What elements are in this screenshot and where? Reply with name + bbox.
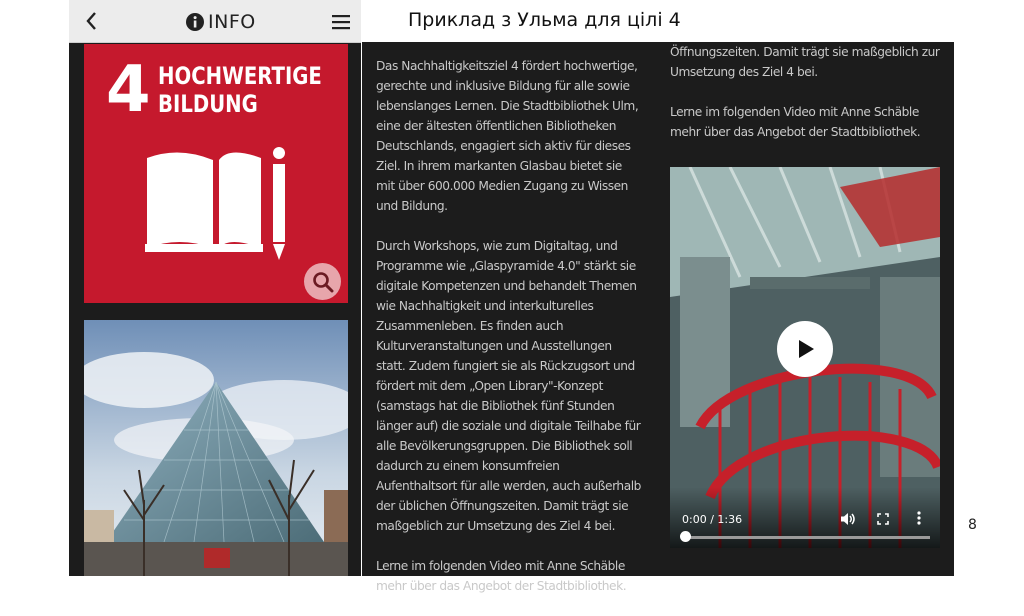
article-paragraph: Das Nachhaltigkeitsziel 4 fördert hochwe…	[376, 59, 639, 213]
sdg-number: 4	[106, 53, 151, 127]
content-panel: Das Nachhaltigkeitsziel 4 fördert hochwe…	[362, 42, 954, 593]
book-pencil-icon	[145, 147, 285, 260]
article-paragraph: Lerne im folgenden Video mit Anne Schäbl…	[376, 559, 627, 593]
sdg-title-line2: BILDUNG	[158, 90, 258, 118]
phone-panel: INFO 4 HOCHWERTIGE BILDUNG	[69, 0, 361, 576]
article-paragraph: Durch Workshops, wie zum Digitaltag, und…	[376, 239, 641, 533]
fullscreen-icon[interactable]	[877, 513, 889, 525]
app-header: INFO	[69, 0, 361, 43]
video-player[interactable]: 0:00 / 1:36	[670, 167, 940, 548]
page-number: 8	[968, 517, 977, 533]
slide-title: Приклад з Ульма для цілі 4	[408, 9, 681, 31]
hamburger-menu-icon[interactable]	[331, 13, 351, 31]
sdg-title-line1: HOCHWERTIGE	[158, 62, 322, 90]
article-paragraph: Öffnungszeiten. Damit trägt sie maßgebli…	[670, 45, 940, 79]
video-controls: 0:00 / 1:36	[670, 487, 940, 548]
article-column-right: Öffnungszeiten. Damit trägt sie maßgebli…	[670, 42, 945, 162]
zoom-button[interactable]	[304, 263, 341, 300]
video-progress-track[interactable]	[684, 536, 930, 539]
play-icon	[799, 340, 814, 358]
video-time: 0:00 / 1:36	[682, 513, 743, 526]
video-progress-thumb[interactable]	[680, 531, 691, 542]
article-paragraph: Lerne im folgenden Video mit Anne Schäbl…	[670, 105, 921, 139]
magnifier-icon	[313, 272, 334, 293]
sdg-title: HOCHWERTIGE BILDUNG	[158, 62, 347, 118]
sdg-goal-tile: 4 HOCHWERTIGE BILDUNG	[84, 44, 348, 303]
library-photo	[84, 320, 348, 576]
play-button[interactable]	[777, 321, 833, 377]
info-circle-icon	[186, 13, 204, 31]
header-title: INFO	[208, 11, 256, 33]
article-column-left: Das Nachhaltigkeitsziel 4 fördert hochwe…	[376, 56, 641, 616]
chevron-left-icon[interactable]	[83, 10, 101, 32]
volume-icon[interactable]	[840, 512, 856, 526]
library-photo-illustration	[84, 320, 348, 576]
more-vertical-icon[interactable]	[917, 511, 921, 525]
